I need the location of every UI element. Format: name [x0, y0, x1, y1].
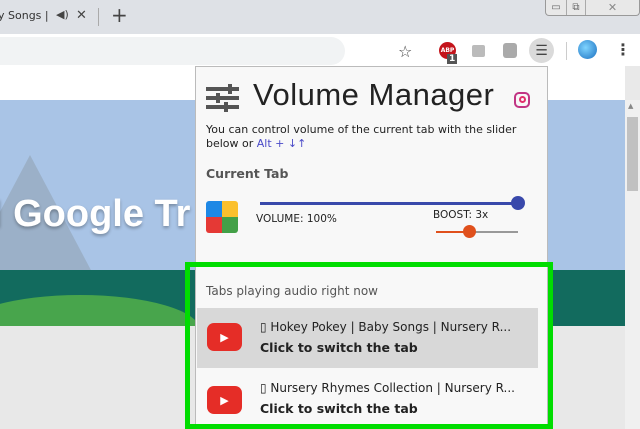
new-tab-button[interactable]: +	[111, 3, 128, 27]
menu-icon[interactable]: ⋮	[615, 40, 631, 59]
youtube-icon: ▶	[207, 323, 242, 351]
window-controls: ▭ ⧉ ✕	[545, 0, 640, 16]
popup-description: You can control volume of the current ta…	[206, 123, 536, 151]
popup-title: Volume Manager	[253, 77, 495, 112]
tab-strip: y Songs | ◀) ✕ + ▭ ⧉ ✕	[0, 0, 640, 34]
volume-manager-extension-icon[interactable]: ☰	[529, 38, 554, 63]
switch-tab-label: Click to switch the tab	[260, 401, 418, 416]
current-tab-heading: Current Tab	[206, 166, 289, 181]
adblock-label: ABP	[440, 47, 455, 54]
tab-title[interactable]: y Songs |	[0, 9, 49, 22]
tab-close-icon[interactable]: ✕	[76, 8, 87, 23]
audio-tab-item[interactable]: ▶ ▯ Nursery Rhymes Collection | Nursery …	[197, 370, 538, 424]
boost-label: BOOST: 3x	[433, 209, 489, 221]
close-window-button[interactable]: ✕	[586, 0, 639, 15]
current-tab-favicon	[206, 201, 238, 233]
scrollbar-thumb[interactable]	[627, 117, 638, 191]
switch-tab-label: Click to switch the tab	[260, 340, 418, 355]
volume-label: VOLUME: 100%	[256, 213, 337, 225]
minimize-button[interactable]: ▭	[546, 0, 566, 15]
boost-slider-knob[interactable]	[462, 225, 476, 238]
banner-heading: l Google Tr	[0, 193, 191, 235]
youtube-icon: ▶	[207, 386, 242, 414]
instagram-icon[interactable]	[514, 92, 530, 108]
description-text: You can control volume of the current ta…	[206, 123, 517, 150]
sliders-logo-icon	[206, 84, 239, 112]
scrollbar[interactable]: ▲	[625, 100, 640, 429]
adblock-badge: 1	[447, 54, 458, 64]
extension-icon[interactable]	[472, 45, 485, 57]
bookmark-star-icon[interactable]: ☆	[398, 42, 412, 61]
toolbar-divider	[566, 42, 567, 60]
address-bar[interactable]	[0, 37, 345, 65]
audio-tabs-heading: Tabs playing audio right now	[206, 284, 378, 298]
volume-slider-knob[interactable]	[511, 196, 525, 210]
globe-extension-icon[interactable]	[578, 40, 597, 59]
audio-tab-title: ▯ Hokey Pokey | Baby Songs | Nursery R..…	[260, 320, 512, 334]
extension-icon[interactable]	[503, 43, 517, 58]
shortcut-link[interactable]: Alt + ↓↑	[257, 137, 307, 150]
audio-tab-title: ▯ Nursery Rhymes Collection | Nursery R.…	[260, 381, 515, 395]
tab-divider	[98, 8, 99, 26]
scroll-up-arrow[interactable]: ▲	[628, 102, 633, 110]
speaker-icon[interactable]: ◀)	[56, 8, 69, 21]
volume-slider[interactable]	[260, 202, 518, 205]
audio-tab-item[interactable]: ▶ ▯ Hokey Pokey | Baby Songs | Nursery R…	[197, 308, 538, 368]
restore-button[interactable]: ⧉	[566, 0, 586, 15]
